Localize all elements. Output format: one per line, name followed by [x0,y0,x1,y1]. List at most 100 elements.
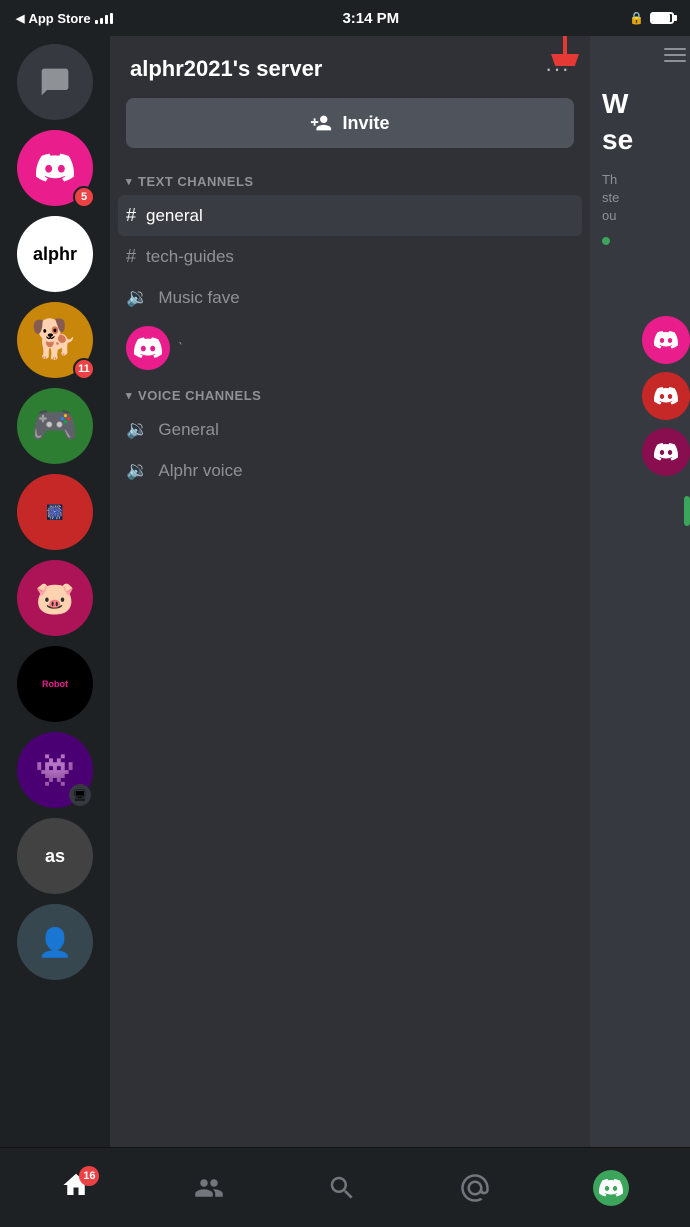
right-avatar-2-icon [654,384,678,408]
robot-emoji: 🐷 [35,579,75,617]
channel-header: alphr2021's server ··· [110,36,590,98]
status-right-icons: 🔒 [629,11,674,25]
server-sidebar: 5 alphr 🐕 11 🎮 🎆 [0,36,110,1147]
invite-label: Invite [342,113,389,134]
robot-server-avatar: 🐷 [17,560,93,636]
as-label: as [45,846,65,867]
carrier-name: App Store [28,11,90,26]
text-channels-header[interactable]: ▾ TEXT CHANNELS [110,164,590,195]
channel-voice-general-name: General [158,420,218,440]
bottom-nav: 16 [0,1147,690,1227]
speaker-icon-2: 🔉 [126,419,148,440]
online-indicator [602,237,610,245]
lock-icon: 🔒 [629,11,644,25]
hamburger-menu[interactable] [664,48,686,62]
bot-avatar [126,326,170,370]
right-avatar-3-icon [654,440,678,464]
hash-icon: # [126,205,136,226]
bar3 [105,15,108,24]
signal-bars [95,12,113,24]
server-icon-as[interactable]: as [17,818,93,894]
back-chevron: ◀ [16,12,24,25]
home-badge: 16 [79,1166,99,1186]
right-panel-body: Thsteou [598,167,623,230]
server-icon-alphr[interactable]: alphr [17,216,93,292]
bar2 [100,18,103,24]
singing-server-avatar: 🎆 [17,474,93,550]
menu-line-1 [664,48,686,50]
text-channels-arrow: ▾ [126,175,132,188]
server-icon-partial[interactable]: 👤 [17,904,93,980]
speaker-icon: 🔉 [126,287,148,308]
more-options-button[interactable]: ··· [545,56,570,81]
status-bar: ◀ App Store 3:14 PM 🔒 [0,0,690,36]
channel-music-fave[interactable]: 🔉 Music fave [110,277,590,318]
server-icon-robot[interactable]: 🐷 [17,560,93,636]
nav-home[interactable]: 16 [61,1170,91,1205]
menu-line-3 [664,60,686,62]
server-icon-chat[interactable] [17,44,93,120]
blackpink-label: Robot [38,675,72,693]
bot-tick: ` [178,340,183,357]
voice-channels-header[interactable]: ▾ VOICE CHANNELS [110,378,590,409]
bot-discord-icon [134,334,162,362]
server-icon-dog[interactable]: 🐕 11 [17,302,93,378]
nav-search[interactable] [327,1173,357,1203]
channel-sections: ▾ TEXT CHANNELS # general # tech-guides … [110,164,590,1147]
channel-tech-guides[interactable]: # tech-guides [110,236,590,277]
bot-avatar-row: ` [110,318,590,378]
carrier-info: ◀ App Store [16,11,113,26]
menu-line-2 [664,54,686,56]
server-icon-singing[interactable]: 🎆 [17,474,93,550]
bar4 [110,13,113,24]
minecraft-server-avatar: 🎮 [17,388,93,464]
discord-badge: 5 [73,186,95,208]
nav-profile[interactable] [593,1170,629,1206]
as-server-avatar: as [17,818,93,894]
nav-mentions[interactable] [460,1173,490,1203]
profile-avatar [593,1170,629,1206]
server-icon-blackpink[interactable]: Robot [17,646,93,722]
channel-general-name: general [146,206,203,226]
right-avatar-2 [642,372,690,420]
invite-button[interactable]: Invite [126,98,574,148]
dog-badge: 11 [73,358,95,380]
right-panel-title: Wse [598,46,637,167]
channel-general[interactable]: # general [118,195,582,236]
blackpink-server-avatar: Robot [17,646,93,722]
server-icon-discord[interactable]: 5 [17,130,93,206]
minecraft-emoji: 🎮 [31,404,78,448]
channel-music-fave-name: Music fave [158,288,239,308]
right-avatar-1-icon [654,328,678,352]
partial-server-avatar: 👤 [17,904,93,980]
channel-voice-general[interactable]: 🔉 General [110,409,590,450]
alphr-label: alphr [33,244,77,265]
channel-list: alphr2021's server ··· [110,36,590,1147]
channel-alphr-voice[interactable]: 🔉 Alphr voice [110,450,590,491]
voice-channels-label: VOICE CHANNELS [138,388,261,403]
add-person-icon [310,112,332,134]
monster-emoji: 👾 [35,751,75,789]
right-avatar-3 [642,428,690,476]
status-time: 3:14 PM [342,10,399,27]
server-icon-monster[interactable]: 👾 🖥 [17,732,93,808]
battery-fill [652,14,670,22]
monster-badge: 🖥 [69,784,91,806]
bar1 [95,20,98,24]
dog-emoji: 🐕 [31,318,78,362]
server-icon-minecraft[interactable]: 🎮 [17,388,93,464]
mentions-icon [460,1173,490,1203]
right-panel-avatars [642,316,690,526]
chat-server-icon [17,44,93,120]
singing-label: 🎆 [44,502,65,523]
friends-icon [194,1173,224,1203]
partial-emoji: 👤 [38,926,73,959]
nav-friends[interactable] [194,1173,224,1203]
text-channels-label: TEXT CHANNELS [138,174,254,189]
search-icon [327,1173,357,1203]
channel-alphr-voice-name: Alphr voice [158,461,242,481]
green-status-line [684,496,690,526]
profile-discord-icon [599,1176,623,1200]
hash-icon-2: # [126,246,136,267]
server-name: alphr2021's server [130,56,322,82]
